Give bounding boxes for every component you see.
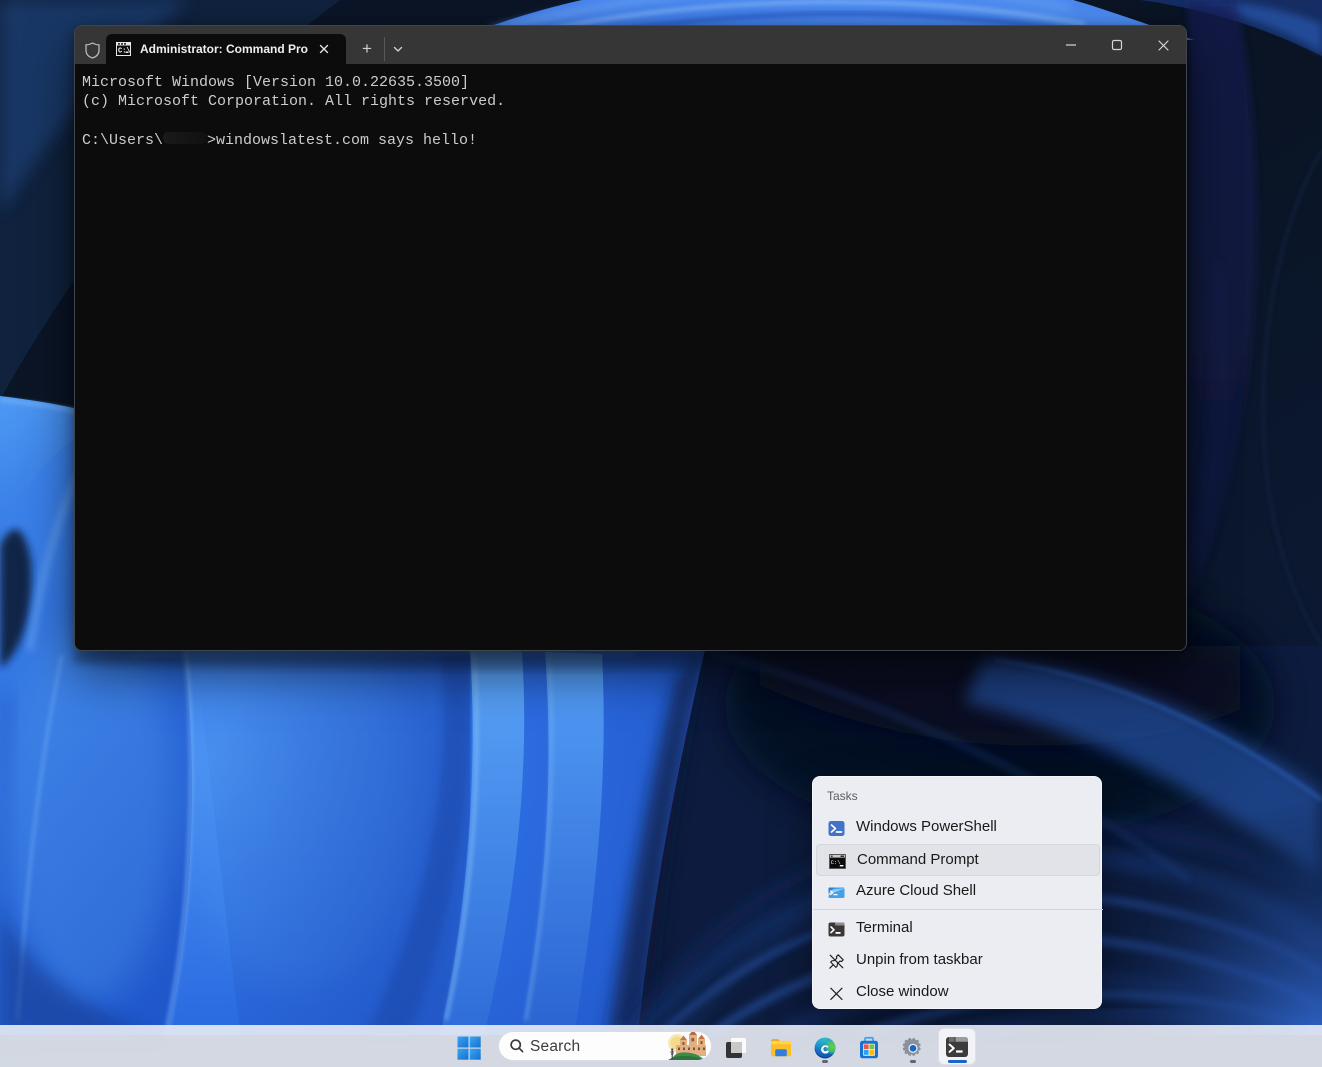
svg-text:C:\: C:\: [118, 48, 131, 56]
svg-text:C:\: C:\: [831, 859, 842, 866]
